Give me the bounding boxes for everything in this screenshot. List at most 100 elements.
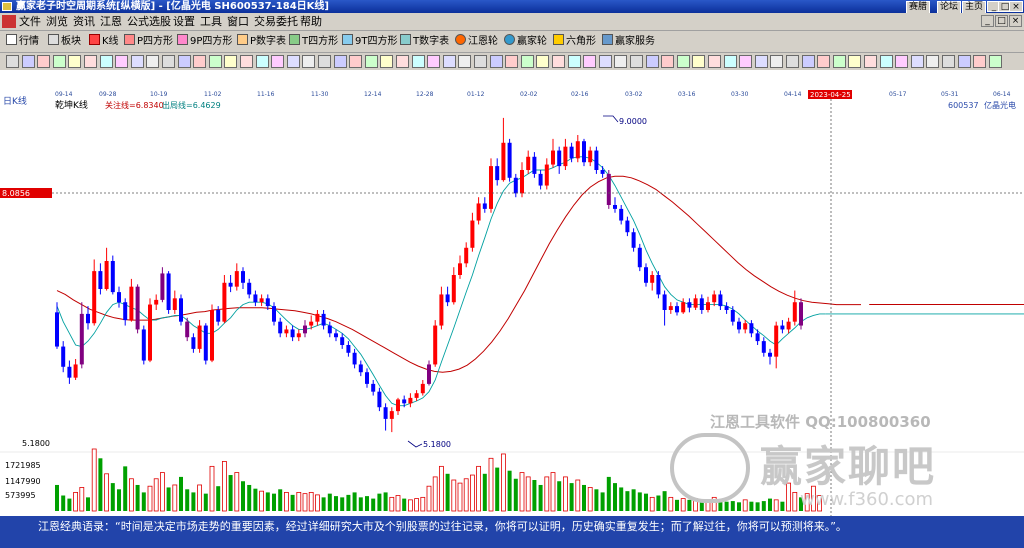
candle [303,320,307,338]
period-label: 日K线 [3,95,27,107]
candle-body [613,205,617,209]
volume-bar [544,476,550,512]
candle [749,320,754,338]
candle-body [365,372,369,384]
candle-body [327,325,332,334]
candle [464,242,469,268]
candle [79,302,84,369]
candle-body [117,292,121,303]
candle [104,247,109,291]
candle [92,259,97,326]
stock-code-label: 600537 [948,101,979,110]
candle-body [414,393,419,398]
volume-bar [749,501,754,511]
status-bar: 江恩经典语录：“时间是决定市场走势的重要因素，经过详细研究大市及个别股票的过往记… [0,516,1024,548]
volume-bar [402,498,407,511]
volume-bar [705,499,711,512]
ma-long-layer [56,175,1024,373]
candle-body [129,286,134,321]
candle-body [110,261,115,293]
volume-bar [179,476,183,511]
candle-body [538,173,543,186]
candle [420,380,425,396]
volume-bar [135,484,140,511]
candle-body [402,399,407,404]
volume-layer [55,448,822,512]
candle-body [780,325,785,330]
axis-low-label: 5.1800 [22,439,50,448]
volume-bar [432,476,438,512]
candle-body [433,325,438,365]
volume-bar [73,491,78,512]
candle [774,321,779,369]
volume-bar [675,499,679,511]
low-marker-line [407,440,423,448]
volume-bar [538,484,543,511]
volume-bar [327,493,332,511]
candle-body [265,298,270,307]
candle [799,298,803,330]
volume-bar [426,485,432,512]
candle [166,271,171,314]
volume-bar [166,487,171,511]
candle-body [507,142,512,178]
candle [544,158,549,190]
volume-bar [637,492,642,511]
candle-body [222,282,227,322]
candle-body [210,310,214,361]
volume-bar [91,448,97,512]
volume-bar [79,487,85,512]
gann-quote: 江恩经典语录：“时间是决定市场走势的重要因素，经过详细研究大市及个别股票的过往记… [38,520,847,533]
candle [538,170,543,190]
candle [98,263,103,295]
volume-bar [730,501,735,511]
volume-bar [631,489,636,511]
candle [712,290,717,307]
candle-body [61,346,66,367]
candle [123,298,128,326]
candle [520,162,524,198]
volume-bar [259,490,265,512]
volume-bar [469,474,475,512]
candle-body [706,302,710,310]
candle [458,255,462,279]
candle-body [637,247,642,268]
candle [241,267,245,289]
candle [743,320,748,334]
candle [141,325,146,365]
volume-bar [594,489,599,511]
volume-bar [513,478,518,511]
candle [501,117,506,182]
candle [290,325,295,342]
volume-bar [395,495,401,512]
candle [768,348,772,365]
candle [253,290,258,307]
volume-bar [86,497,90,511]
candle [197,320,202,353]
volume-bar [606,476,611,511]
cursor-date-label: 2023-04-25 [810,91,851,99]
volume-bar [817,495,822,512]
volume-bar [582,484,586,511]
candle-body [470,220,475,248]
volume-bar [761,501,766,511]
volume-bar [371,498,376,511]
candle-body [203,325,208,361]
candle [606,170,611,209]
volume-bar [290,494,295,511]
candle-body [228,282,233,287]
volume-bar [768,498,772,511]
candle [445,286,450,307]
candle [210,304,214,363]
candle-body [650,275,655,283]
candle [482,197,487,213]
candle-body [501,142,506,181]
candle [575,135,580,163]
candle [383,403,388,431]
candle [582,138,586,167]
candle-body [656,275,661,295]
volume-bar [61,495,66,511]
candle [377,387,382,412]
indicator-label: 乾坤K线 [55,99,88,111]
volume-bar [272,493,276,511]
